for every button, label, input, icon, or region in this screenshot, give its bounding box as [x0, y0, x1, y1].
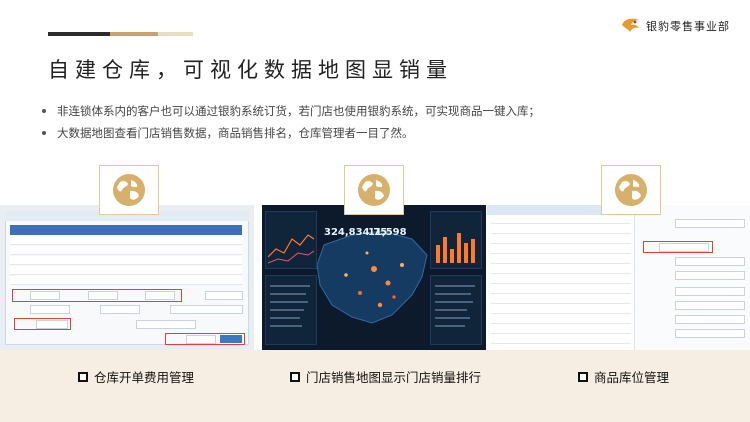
leopard-logo-icon [622, 18, 639, 32]
list-row [491, 293, 631, 294]
warehouse-select[interactable] [36, 320, 68, 329]
form-field[interactable] [675, 271, 745, 280]
checkbox-icon [290, 371, 300, 382]
fee-input[interactable] [30, 291, 60, 300]
table-row [10, 236, 242, 245]
ranking-line [270, 317, 300, 319]
ranking-line [435, 285, 475, 287]
list-row [491, 313, 631, 314]
sales-bar-chart [436, 233, 475, 263]
list-row [491, 283, 631, 284]
caption-text: 商品库位管理 [594, 370, 670, 385]
ranking-line [435, 309, 467, 311]
ranking-line [270, 309, 304, 311]
form-field[interactable] [675, 315, 745, 324]
checkbox-icon [78, 371, 88, 382]
ranking-line [435, 301, 473, 303]
decor-bar-light [158, 32, 193, 36]
decor-bar-gold [110, 32, 158, 36]
list-row [491, 263, 631, 264]
form-field[interactable] [675, 287, 745, 296]
ranking-line [270, 293, 306, 295]
remark-input[interactable] [136, 320, 196, 329]
checkbox-icon [578, 371, 588, 382]
bullet-dot-icon [42, 131, 46, 135]
caption-location: 商品库位管理 [578, 367, 669, 386]
product-location-screenshot [487, 205, 750, 350]
list-row [491, 303, 631, 304]
bullet-text: 非连锁体系内的客户也可以通过银豹系统订货，若门店也使用银豹系统，可实现商品一键入… [57, 104, 540, 118]
globe-badge [99, 165, 159, 215]
print-select[interactable] [186, 335, 216, 344]
bullet-item: 非连锁体系内的客户也可以通过银豹系统订货，若门店也使用银豹系统，可实现商品一键入… [40, 100, 540, 122]
globe-icon [358, 174, 390, 206]
bullet-dot-icon [42, 109, 46, 113]
table-row [10, 266, 242, 275]
fee-input[interactable] [145, 291, 175, 300]
confirm-button[interactable] [220, 335, 242, 343]
address-input[interactable] [170, 305, 243, 314]
form-field[interactable] [675, 301, 745, 310]
globe-badge [344, 165, 404, 215]
table-row [10, 246, 242, 255]
sales-map-screenshot: 324,834.75 11,598 [262, 205, 486, 350]
amount-input[interactable] [205, 291, 243, 300]
bullet-text: 大数据地图查看门店销售数据，商品销售排名，仓库管理者一目了然。 [57, 126, 414, 140]
ranking-line [270, 285, 310, 287]
list-row [491, 243, 631, 244]
list-row [491, 323, 631, 324]
bullet-item: 大数据地图查看门店销售数据，商品销售排名，仓库管理者一目了然。 [40, 122, 540, 144]
list-row [491, 233, 631, 234]
page-title: 自建仓库，可视化数据地图显销量 [48, 58, 453, 82]
ranking-line [435, 293, 471, 295]
table-row [10, 256, 242, 265]
phone-input[interactable] [100, 305, 140, 314]
warehouse-order-screenshot [0, 205, 254, 350]
location-input[interactable] [659, 243, 709, 252]
table-row [10, 276, 242, 285]
caption-sales-map: 门店销售地图显示门店销量排行 [290, 367, 481, 386]
caption-text: 仓库开单费用管理 [94, 370, 195, 385]
location-form [635, 205, 750, 350]
list-row [491, 273, 631, 274]
customer-input[interactable] [30, 305, 70, 314]
order-count-value: 11,598 [368, 227, 407, 238]
brand-logo: 银豹零售事业部 [620, 16, 730, 36]
list-row [491, 343, 631, 344]
screenshot-row: 324,834.75 11,598 [0, 165, 750, 350]
product-list [487, 205, 635, 350]
brand-name: 银豹零售事业部 [646, 20, 730, 33]
caption-warehouse: 仓库开单费用管理 [78, 367, 194, 386]
bullet-list: 非连锁体系内的客户也可以通过银豹系统订货，若门店也使用银豹系统，可实现商品一键入… [40, 100, 540, 144]
fee-input[interactable] [88, 291, 118, 300]
caption-row: 仓库开单费用管理 门店销售地图显示门店销量排行 商品库位管理 [0, 350, 750, 422]
ranking-line [270, 325, 302, 327]
ranking-line [435, 317, 470, 319]
list-row [491, 253, 631, 254]
form-field[interactable] [675, 219, 745, 228]
list-row [491, 223, 631, 224]
globe-badge [601, 165, 661, 215]
globe-icon [615, 174, 647, 206]
table-header [10, 225, 242, 235]
ranking-line [270, 301, 308, 303]
decor-bar-dark [48, 32, 110, 36]
ranking-line [435, 325, 465, 327]
form-field[interactable] [675, 329, 745, 338]
form-field[interactable] [675, 257, 745, 266]
trend-line-chart [268, 234, 314, 264]
caption-text: 门店销售地图显示门店销量排行 [306, 370, 482, 385]
list-row [491, 333, 631, 334]
globe-icon [113, 174, 145, 206]
